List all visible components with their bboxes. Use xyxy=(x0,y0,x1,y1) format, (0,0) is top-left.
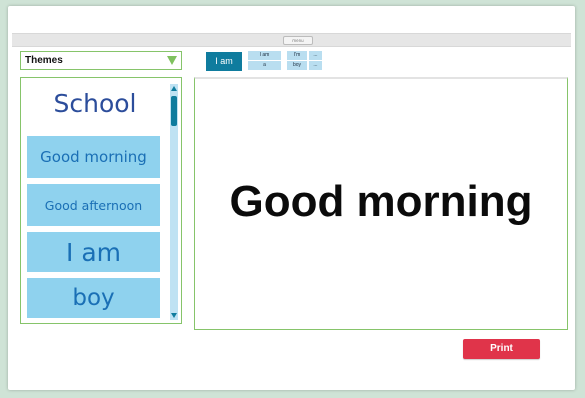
top-bar: menu xyxy=(12,33,571,47)
list-heading: School xyxy=(53,89,137,118)
scroll-thumb[interactable] xyxy=(171,96,177,126)
display-area: Good morning xyxy=(194,77,568,330)
list-item[interactable]: Good morning xyxy=(27,136,160,178)
top-bar-handle[interactable]: menu xyxy=(283,36,313,45)
list-item[interactable]: I am xyxy=(27,232,160,272)
list-item[interactable]: Good afternoon xyxy=(27,184,160,226)
display-text: Good morning xyxy=(229,177,533,226)
mini-button[interactable]: ... xyxy=(309,61,322,70)
list-item[interactable]: boy xyxy=(27,278,160,318)
triangle-down-icon xyxy=(167,56,177,65)
scroll-down-icon[interactable] xyxy=(171,313,177,318)
mini-button[interactable]: I'm xyxy=(287,51,307,60)
mini-button[interactable]: I am xyxy=(248,51,281,60)
themes-label: Themes xyxy=(25,55,63,66)
mini-button[interactable]: ... xyxy=(309,51,322,60)
list-scrollbar[interactable] xyxy=(170,84,178,320)
print-button[interactable]: Print xyxy=(463,339,540,359)
mini-button[interactable]: boy xyxy=(287,61,307,70)
app-window: menu Themes I am I am a I'm ... boy ... … xyxy=(8,6,575,390)
scroll-up-icon[interactable] xyxy=(171,86,177,91)
word-list-panel: School Good morning Good afternoon I am … xyxy=(20,77,182,324)
mini-button[interactable]: a xyxy=(248,61,281,70)
word-button-i-am[interactable]: I am xyxy=(206,52,242,71)
themes-dropdown[interactable]: Themes xyxy=(20,51,182,70)
